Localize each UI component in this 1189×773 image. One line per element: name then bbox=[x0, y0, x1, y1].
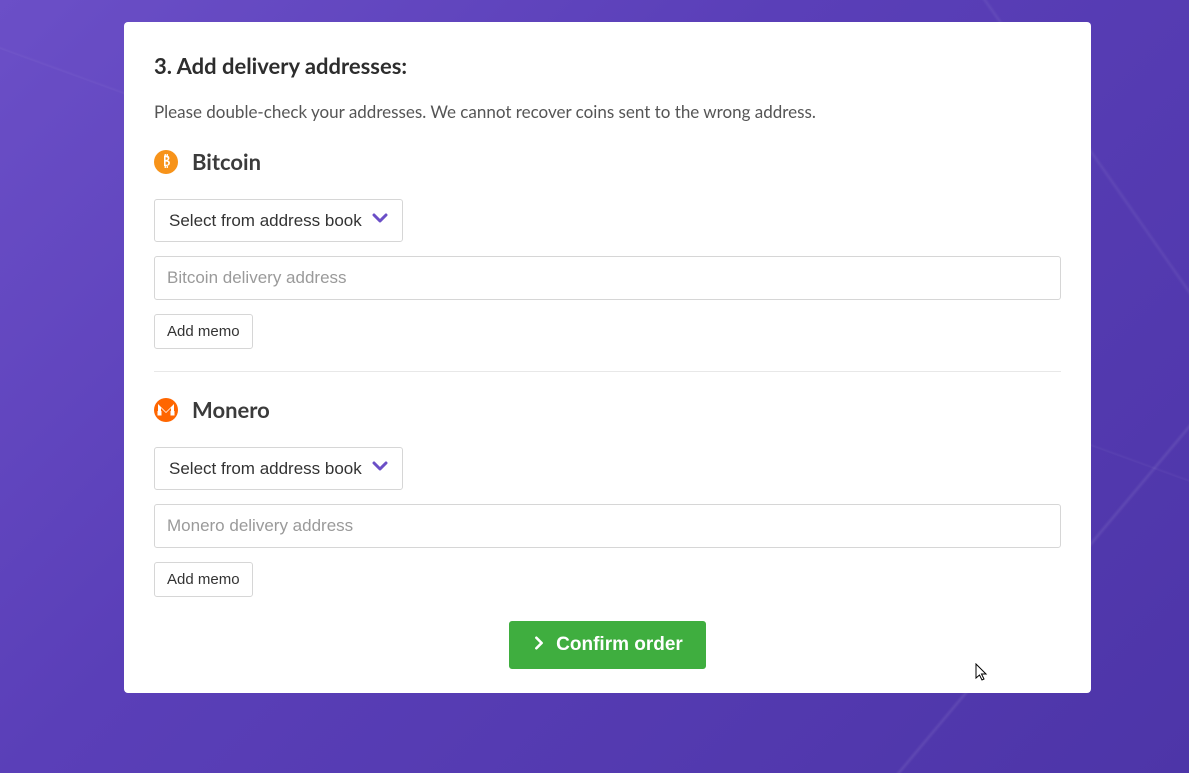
chevron-down-icon bbox=[372, 458, 388, 479]
delivery-address-card: 3. Add delivery addresses: Please double… bbox=[124, 22, 1091, 693]
bitcoin-address-book-label: Select from address book bbox=[169, 211, 362, 231]
confirm-order-label: Confirm order bbox=[556, 634, 683, 656]
monero-icon bbox=[154, 398, 178, 422]
bitcoin-section-header: Bitcoin bbox=[154, 148, 1061, 175]
warning-text: Please double-check your addresses. We c… bbox=[154, 101, 1061, 122]
step-heading: 3. Add delivery addresses: bbox=[154, 52, 1061, 79]
monero-address-input[interactable] bbox=[154, 504, 1061, 548]
chevron-down-icon bbox=[372, 210, 388, 231]
section-divider bbox=[154, 371, 1061, 372]
confirm-order-button[interactable]: Confirm order bbox=[509, 621, 706, 669]
bitcoin-address-book-select[interactable]: Select from address book bbox=[154, 199, 403, 242]
chevron-right-icon bbox=[532, 634, 546, 656]
bitcoin-label: Bitcoin bbox=[192, 148, 261, 175]
monero-label: Monero bbox=[192, 396, 270, 423]
monero-address-book-select[interactable]: Select from address book bbox=[154, 447, 403, 490]
bitcoin-add-memo-button[interactable]: Add memo bbox=[154, 314, 253, 349]
monero-address-book-label: Select from address book bbox=[169, 459, 362, 479]
monero-section-header: Monero bbox=[154, 396, 1061, 423]
monero-add-memo-button[interactable]: Add memo bbox=[154, 562, 253, 597]
bitcoin-address-input[interactable] bbox=[154, 256, 1061, 300]
bitcoin-icon bbox=[154, 150, 178, 174]
